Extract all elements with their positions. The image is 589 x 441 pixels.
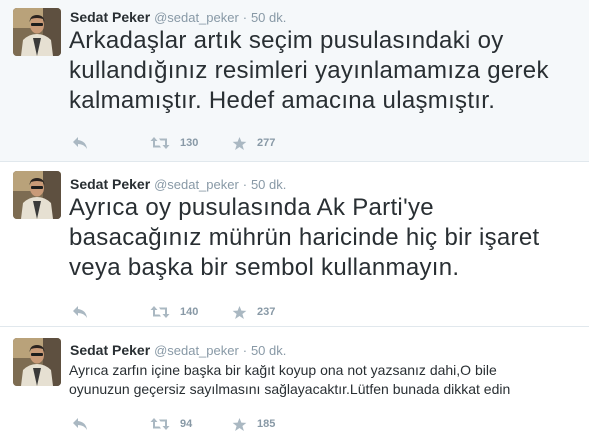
tweet-text-line: veya başka bir sembol kullanmayın. — [69, 254, 460, 281]
avatar-image — [13, 338, 61, 386]
author-name[interactable]: Sedat Peker — [70, 176, 150, 192]
tweet-text-line: Arkadaşlar artık seçim pusulasındaki oy — [69, 27, 504, 54]
favorite-count: 277 — [257, 137, 276, 149]
retweet-button[interactable]: 130 — [150, 133, 198, 153]
tweet-feed: Sedat Peker @sedat_peker · 50 dk. Arkada… — [0, 0, 589, 441]
star-icon — [232, 305, 247, 320]
retweet-button[interactable]: 140 — [150, 302, 198, 322]
avatar-image — [13, 8, 61, 56]
separator-dot: · — [242, 10, 248, 25]
timestamp[interactable]: 50 dk. — [251, 343, 286, 358]
author-handle[interactable]: @sedat_peker — [154, 177, 239, 192]
timestamp[interactable]: 50 dk. — [251, 10, 286, 25]
retweet-button[interactable]: 94 — [150, 414, 192, 434]
reply-button[interactable] — [72, 302, 88, 322]
tweet-actions: 140 237 — [72, 302, 332, 322]
favorite-count: 237 — [257, 306, 276, 318]
tweet-text: Ayrıca oy pusulasında Ak Parti'ye basaca… — [69, 193, 584, 283]
tweet-text-line: Ayrıca zarfın içine başka bir kağıt koyu… — [69, 362, 497, 378]
retweet-icon — [150, 136, 170, 150]
tweet-actions: 94 185 — [72, 414, 332, 434]
reply-button[interactable] — [72, 414, 88, 434]
author-handle[interactable]: @sedat_peker — [154, 343, 239, 358]
favorite-count: 185 — [257, 418, 276, 430]
reply-icon — [72, 417, 88, 431]
avatar[interactable] — [13, 171, 61, 219]
author-name[interactable]: Sedat Peker — [70, 342, 150, 358]
separator-dot: · — [242, 343, 248, 358]
favorite-button[interactable]: 185 — [232, 414, 275, 434]
favorite-button[interactable]: 237 — [232, 302, 275, 322]
favorite-button[interactable]: 277 — [232, 133, 275, 153]
avatar-image — [13, 171, 61, 219]
separator-dot: · — [242, 177, 248, 192]
author-name[interactable]: Sedat Peker — [70, 9, 150, 25]
retweet-count: 94 — [180, 418, 193, 430]
tweet-text-line: Ayrıca oy pusulasında Ak Parti'ye — [69, 194, 434, 221]
tweet[interactable]: Sedat Peker @sedat_peker · 50 dk. Arkada… — [0, 0, 589, 162]
tweet-text-line: oyunuzun geçersiz sayılmasını sağlayacak… — [69, 381, 511, 397]
avatar[interactable] — [13, 338, 61, 386]
timestamp[interactable]: 50 dk. — [251, 177, 286, 192]
author-handle[interactable]: @sedat_peker — [154, 10, 239, 25]
tweet-header: Sedat Peker @sedat_peker · 50 dk. — [70, 342, 286, 359]
tweet-header: Sedat Peker @sedat_peker · 50 dk. — [70, 9, 286, 26]
retweet-count: 140 — [180, 306, 199, 318]
tweet-text: Ayrıca zarfın içine başka bir kağıt koyu… — [69, 361, 584, 399]
avatar[interactable] — [13, 8, 61, 56]
tweet-text-line: basacağınız mührün haricinde hiç bir işa… — [69, 224, 540, 251]
reply-icon — [72, 305, 88, 319]
retweet-icon — [150, 417, 170, 431]
star-icon — [232, 417, 247, 432]
tweet[interactable]: Sedat Peker @sedat_peker · 50 dk. Ayrıca… — [0, 162, 589, 327]
retweet-count: 130 — [180, 137, 199, 149]
tweet-header: Sedat Peker @sedat_peker · 50 dk. — [70, 176, 286, 193]
tweet-actions: 130 277 — [72, 133, 332, 153]
retweet-icon — [150, 305, 170, 319]
tweet-text-line: kalmamıştır. Hedef amacına ulaşmıştır. — [69, 87, 496, 114]
star-icon — [232, 136, 247, 151]
tweet[interactable]: Sedat Peker @sedat_peker · 50 dk. Ayrıca… — [0, 327, 589, 441]
tweet-text: Arkadaşlar artık seçim pusulasındaki oy … — [69, 26, 584, 116]
reply-icon — [72, 136, 88, 150]
tweet-text-line: kullandığınız resimleri yayınlamamıza ge… — [69, 57, 549, 84]
reply-button[interactable] — [72, 133, 88, 153]
